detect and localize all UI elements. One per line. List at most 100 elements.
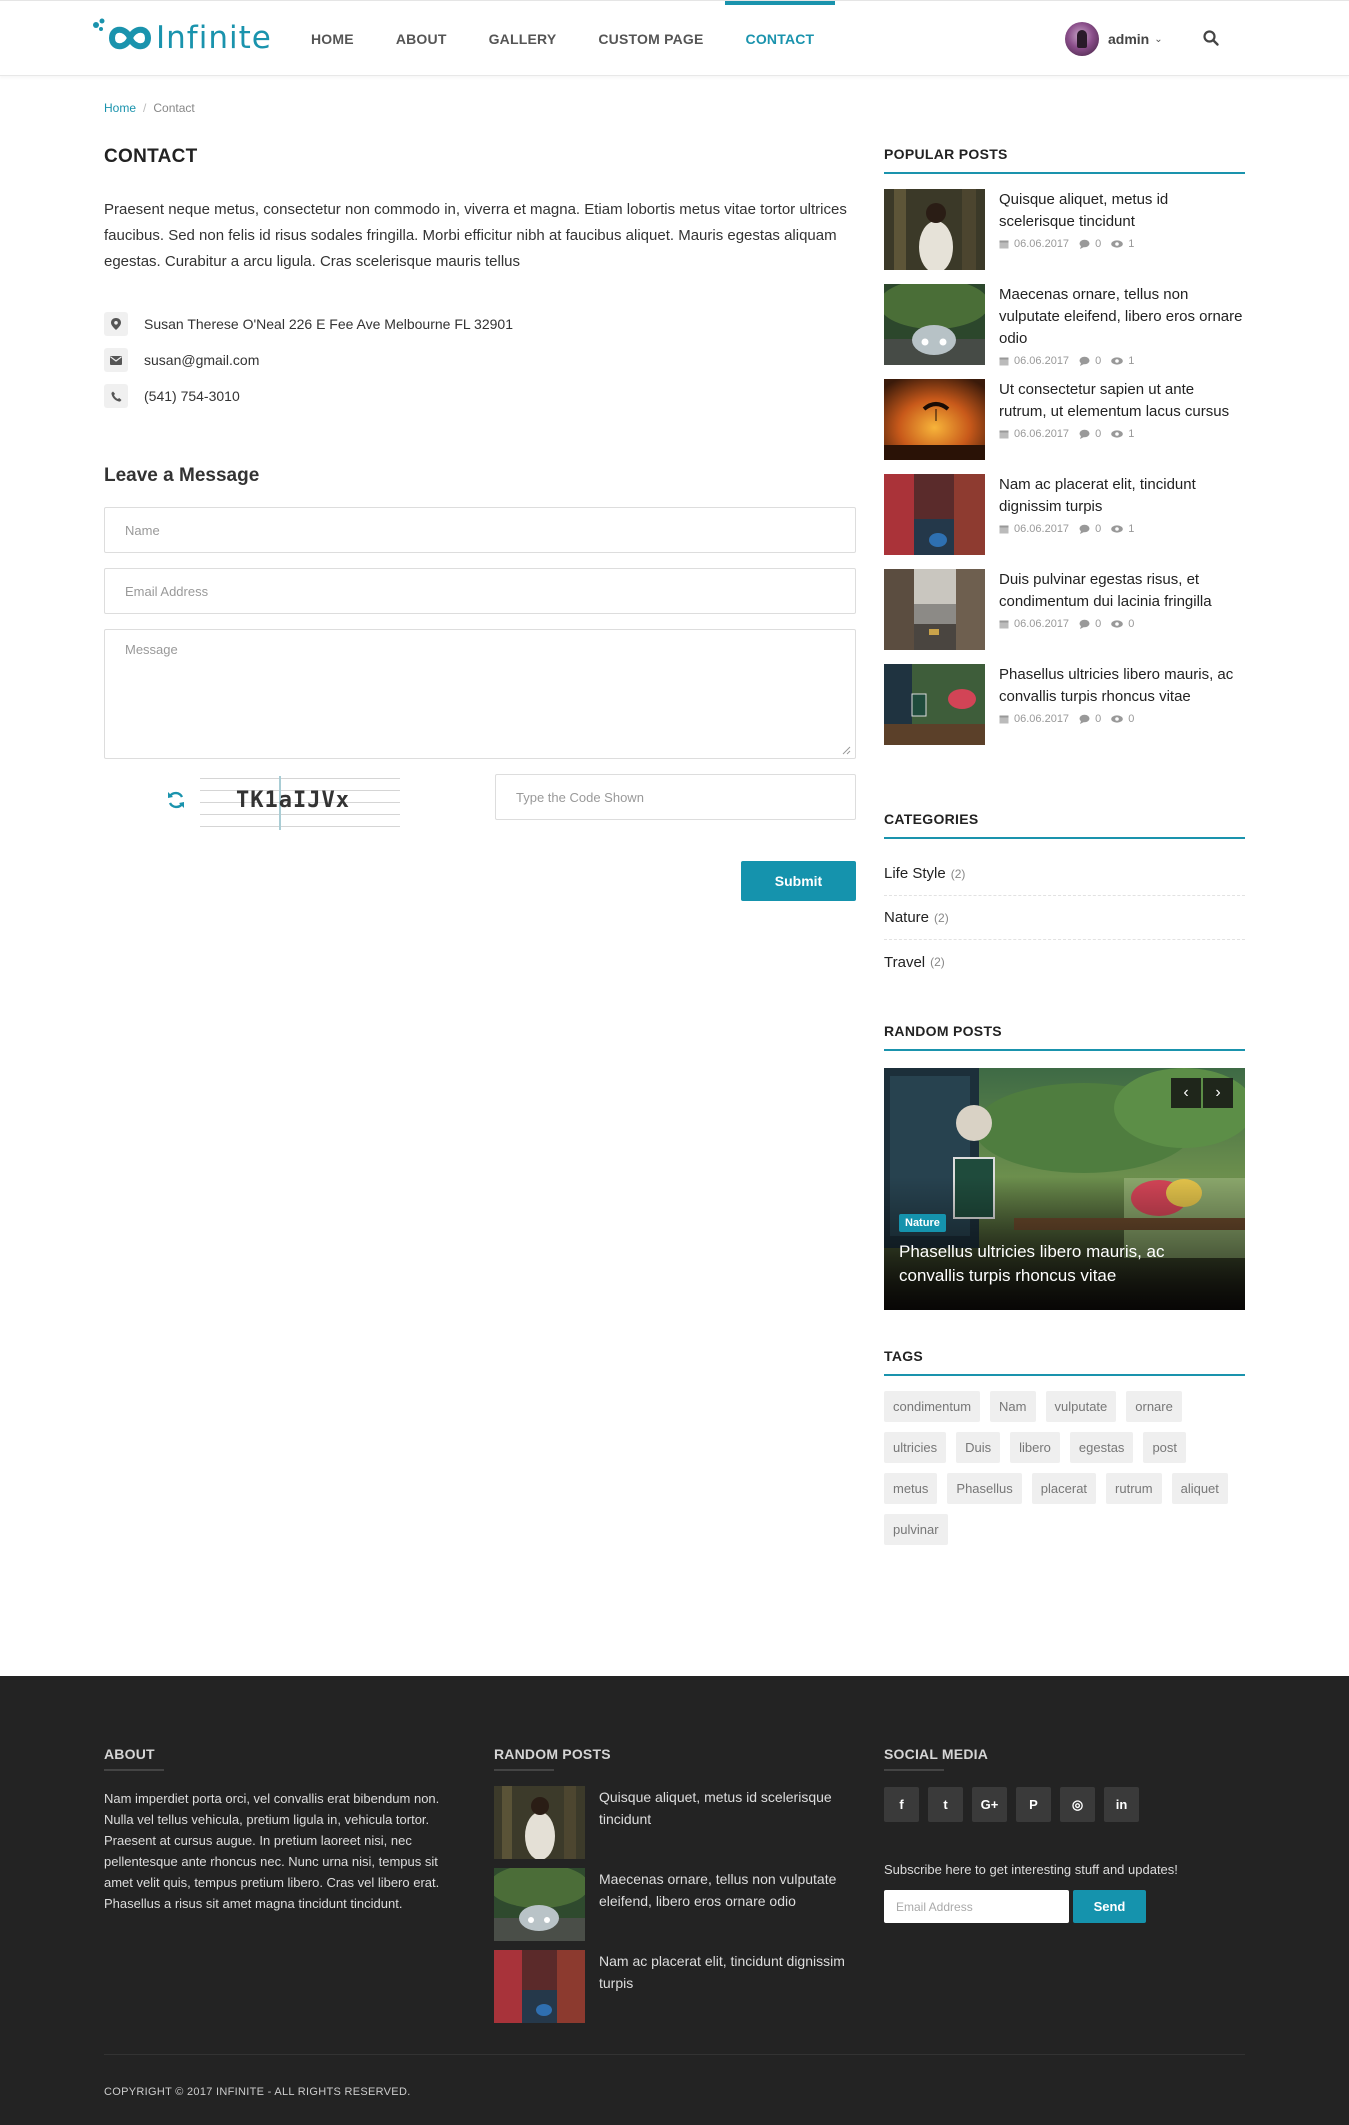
popular-post-title[interactable]: Maecenas ornare, tellus non vulputate el…: [999, 284, 1245, 350]
tag-item[interactable]: Phasellus: [947, 1473, 1022, 1504]
post-views-count: 1: [1128, 355, 1135, 367]
tag-item[interactable]: placerat: [1031, 1473, 1097, 1504]
comments-icon: [1079, 429, 1090, 439]
tag-cloud: condimentum Nam vulputate ornare ultricies Du…: [884, 1391, 1245, 1555]
instagram-icon[interactable]: ◎: [1060, 1787, 1095, 1822]
subscribe-email-input[interactable]: [884, 1890, 1069, 1923]
contact-address: Susan Therese O'Neal 226 E Fee Ave Melbo…: [144, 316, 513, 332]
footer-post-item[interactable]: Maecenas ornare, tellus non vulputate el…: [494, 1868, 854, 1950]
popular-post-item[interactable]: Maecenas ornare, tellus non vulputate el…: [884, 284, 1245, 379]
infinity-logo-icon: [93, 18, 152, 50]
footer-about-text: Nam imperdiet porta orci, vel convallis …: [104, 1791, 440, 1911]
refresh-captcha-icon[interactable]: [166, 790, 186, 810]
social-links: f t G+ P ◎ in: [884, 1787, 1148, 1822]
popular-post-title[interactable]: Duis pulvinar egestas risus, et condimen…: [999, 569, 1245, 613]
popular-post-item[interactable]: Phasellus ultricies libero mauris, ac co…: [884, 664, 1245, 759]
tag-item[interactable]: vulputate: [1045, 1391, 1117, 1422]
popular-post-title[interactable]: Quisque aliquet, metus id scelerisque ti…: [999, 189, 1245, 233]
popular-posts-list: Quisque aliquet, metus id scelerisque ti…: [884, 189, 1245, 759]
contact-email[interactable]: susan@gmail.com: [144, 352, 259, 368]
post-comments: 0: [1079, 523, 1101, 535]
footer-post-item[interactable]: Quisque aliquet, metus id scelerisque ti…: [494, 1786, 854, 1868]
tag-item[interactable]: rutrum: [1106, 1473, 1162, 1504]
contact-address-row: Susan Therese O'Neal 226 E Fee Ave Melbo…: [104, 306, 513, 342]
popular-post-item[interactable]: Duis pulvinar egestas risus, et condimen…: [884, 569, 1245, 664]
category-item-nature[interactable]: Nature (2): [884, 896, 1245, 940]
post-date-text: 06.06.2017: [1014, 523, 1070, 535]
search-icon[interactable]: [1202, 29, 1220, 47]
eye-icon: [1111, 357, 1123, 365]
tag-item[interactable]: libero: [1010, 1432, 1060, 1463]
popular-post-meta: 06.06.2017 0 1: [999, 523, 1245, 535]
user-menu[interactable]: admin ⌄: [1065, 21, 1163, 57]
popular-post-item[interactable]: Ut consectetur sapien ut ante rutrum, ut…: [884, 379, 1245, 474]
tag-item[interactable]: post: [1143, 1432, 1187, 1463]
eye-icon: [1111, 715, 1123, 723]
footer-post-item[interactable]: Nam ac placerat elit, tincidunt dignissi…: [494, 1950, 854, 2032]
facebook-icon[interactable]: f: [884, 1787, 919, 1822]
popular-post-title[interactable]: Ut consectetur sapien ut ante rutrum, ut…: [999, 379, 1245, 423]
popular-post-title[interactable]: Phasellus ultricies libero mauris, ac co…: [999, 664, 1245, 708]
copyright-text: COPYRIGHT © 2017 INFINITE - ALL RIGHTS R…: [104, 2086, 411, 2098]
captcha-code-input[interactable]: [495, 774, 856, 820]
linkedin-icon[interactable]: in: [1104, 1787, 1139, 1822]
post-comments-count: 0: [1095, 618, 1102, 630]
tag-item[interactable]: pulvinar: [884, 1514, 948, 1545]
tag-item[interactable]: Nam: [990, 1391, 1036, 1422]
subscribe-send-button[interactable]: Send: [1073, 1890, 1146, 1923]
post-views: 0: [1111, 618, 1134, 630]
calendar-icon: [999, 525, 1009, 534]
post-date-text: 06.06.2017: [1014, 238, 1070, 250]
message-textarea[interactable]: [104, 629, 856, 759]
site-logo[interactable]: Infinite: [92, 18, 272, 58]
popular-post-item[interactable]: Quisque aliquet, metus id scelerisque ti…: [884, 189, 1245, 284]
tag-item[interactable]: ultricies: [884, 1432, 947, 1463]
category-item-life-style[interactable]: Life Style (2): [884, 852, 1245, 896]
post-views-count: 0: [1128, 713, 1135, 725]
post-thumbnail: [884, 569, 985, 650]
post-date: 06.06.2017: [999, 618, 1069, 630]
google-plus-icon[interactable]: G+: [972, 1787, 1007, 1822]
nav-custom-page[interactable]: CUSTOM PAGE: [577, 1, 724, 77]
nav-contact[interactable]: CONTACT: [724, 1, 836, 77]
random-post-slide[interactable]: ‹ › Nature Phasellus ultricies libero ma…: [884, 1068, 1245, 1310]
contact-phone-row: (541) 754-3010: [104, 378, 513, 414]
slider-prev-button[interactable]: ‹: [1171, 1078, 1201, 1108]
popular-post-body: Duis pulvinar egestas risus, et condimen…: [999, 569, 1245, 664]
tag-item[interactable]: ornare: [1126, 1391, 1182, 1422]
pinterest-icon[interactable]: P: [1016, 1787, 1051, 1822]
popular-post-title[interactable]: Nam ac placerat elit, tincidunt dignissi…: [999, 474, 1245, 518]
tag-item[interactable]: egestas: [1069, 1432, 1134, 1463]
nav-home[interactable]: HOME: [290, 1, 375, 77]
nav-gallery[interactable]: GALLERY: [468, 1, 578, 77]
email-input[interactable]: [104, 568, 856, 614]
post-thumbnail: [884, 664, 985, 745]
random-post-title[interactable]: Phasellus ultricies libero mauris, ac co…: [899, 1240, 1219, 1288]
subscribe-text: Subscribe here to get interesting stuff …: [884, 1862, 1178, 1877]
categories-heading: CATEGORIES: [884, 811, 1245, 839]
tag-item[interactable]: aliquet: [1171, 1473, 1228, 1504]
contact-phone: (541) 754-3010: [144, 388, 240, 404]
submit-button[interactable]: Submit: [741, 861, 856, 901]
comments-icon: [1079, 356, 1090, 366]
phone-icon: [104, 384, 128, 408]
breadcrumb: Home / Contact: [104, 101, 195, 115]
tag-item[interactable]: metus: [884, 1473, 938, 1504]
eye-icon: [1111, 430, 1123, 438]
breadcrumb-home-link[interactable]: Home: [104, 101, 136, 115]
post-views-count: 1: [1128, 523, 1135, 535]
category-item-travel[interactable]: Travel (2): [884, 940, 1245, 984]
post-comments-count: 0: [1095, 355, 1102, 367]
post-views: 1: [1111, 523, 1134, 535]
nav-about[interactable]: ABOUT: [375, 1, 468, 77]
name-input[interactable]: [104, 507, 856, 553]
tag-item[interactable]: condimentum: [884, 1391, 981, 1422]
twitter-icon[interactable]: t: [928, 1787, 963, 1822]
slider-next-button[interactable]: ›: [1203, 1078, 1233, 1108]
eye-icon: [1111, 240, 1123, 248]
comments-icon: [1079, 524, 1090, 534]
tag-item[interactable]: Duis: [956, 1432, 1001, 1463]
resize-handle-icon[interactable]: [842, 746, 851, 755]
random-post-category-badge[interactable]: Nature: [899, 1214, 946, 1232]
popular-post-item[interactable]: Nam ac placerat elit, tincidunt dignissi…: [884, 474, 1245, 569]
